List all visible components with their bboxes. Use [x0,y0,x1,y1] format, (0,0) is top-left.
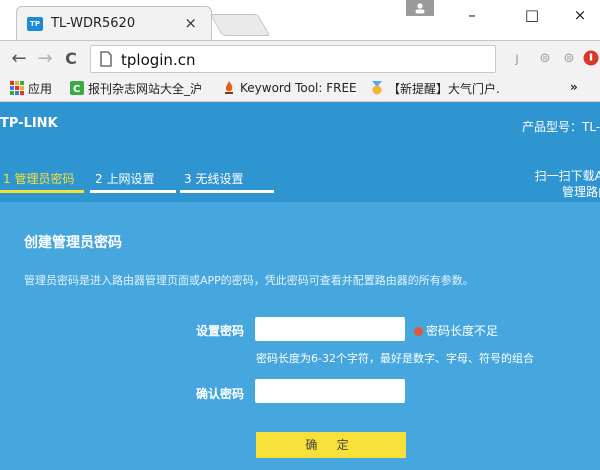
app-download-text: 扫一扫下载AP 管理路由 [524,168,600,200]
new-tab-button[interactable] [209,14,271,36]
browser-tab[interactable]: TP TL-WDR5620 × [16,6,212,40]
bookmark-label: 应用 [28,82,53,96]
tab-title: TL-WDR5620 [51,16,136,31]
address-bar[interactable]: tplogin.cn [90,45,496,73]
bookmark-newspapers[interactable]: C 报刊杂志网站大全_沪 [70,80,202,98]
minimize-button[interactable]: – [452,4,492,26]
reload-button[interactable]: C [60,48,82,70]
product-model: 产品型号：TL- [522,120,600,134]
adblock-icon[interactable] [582,50,600,68]
panel-title: 创建管理员密码 [24,235,122,251]
step-indicator-active [0,190,84,193]
password-input[interactable] [255,317,405,341]
error-text: 密码长度不足 [426,324,499,338]
router-setup-page: TP-LINK 产品型号：TL- 1 管理员密码 2 上网设置 3 无线设置 扫… [0,102,600,470]
scan-line-2: 管理路由 [562,185,600,199]
step-wireless-settings[interactable]: 3 无线设置 [184,170,243,187]
address-text: tplogin.cn [121,51,196,69]
back-button[interactable]: ← [8,48,30,70]
bookmark-label: 【新提醒】大气门户. [388,82,500,96]
bookmark-label: 报刊杂志网站大全_沪 [88,82,203,96]
confirm-password-input[interactable] [255,379,405,403]
panel-description: 管理员密码是进入路由器管理页面或APP的密码，凭此密码可查看并配置路由器的所有参… [24,274,474,287]
step-indicator [180,190,274,193]
person-icon [415,3,425,14]
page-header: TP-LINK 产品型号：TL- 1 管理员密码 2 上网设置 3 无线设置 扫… [0,102,600,202]
confirm-button[interactable]: 确 定 [256,432,406,458]
password-label: 设置密码 [195,324,244,338]
profile-button[interactable] [406,0,434,16]
browser-toolbar: ← → C tplogin.cn ȷ ⊜ ⊜ [0,40,600,76]
svg-text:C: C [73,84,80,95]
apps-grid-icon [10,81,24,95]
step-internet-settings[interactable]: 2 上网设置 [95,170,154,187]
medal-icon [372,81,382,95]
tp-link-favicon-icon: TP [27,17,43,31]
bookmark-c-icon: C [70,81,84,95]
tab-close-icon[interactable]: × [184,14,197,32]
close-window-button[interactable]: × [560,4,600,26]
password-hint: 密码长度为6-32个字符，最好是数字、字母、符号的组合 [256,352,534,365]
bookmarks-bar: 应用 C 报刊杂志网站大全_沪 Keyword Tool: FREE 【新提醒】… [0,76,600,102]
page-icon [100,51,112,67]
extension-icon[interactable]: ⊜ [536,50,554,68]
scan-line-1: 扫一扫下载AP [534,169,600,183]
step-indicator [90,190,176,193]
bookmarks-overflow-button[interactable]: » [570,80,578,98]
bookmark-label: Keyword Tool: FREE [240,81,357,95]
tp-link-logo: TP-LINK [0,116,58,131]
error-icon [414,327,423,336]
confirm-password-label: 确认密码 [195,387,244,401]
flame-icon [225,81,233,94]
extension-icon[interactable]: ȷ [508,50,526,68]
bookmark-apps[interactable]: 应用 [10,80,52,98]
maximize-button[interactable]: □ [512,4,552,26]
browser-titlebar: TP TL-WDR5620 × – □ × [0,0,600,40]
bookmark-reminder[interactable]: 【新提醒】大气门户. [370,80,500,98]
bookmark-keyword-tool[interactable]: Keyword Tool: FREE [222,80,357,98]
extension-icon[interactable]: ⊜ [560,50,578,68]
password-error: 密码长度不足 [414,322,498,339]
step-admin-password[interactable]: 1 管理员密码 [3,170,74,187]
forward-button[interactable]: → [34,48,56,70]
